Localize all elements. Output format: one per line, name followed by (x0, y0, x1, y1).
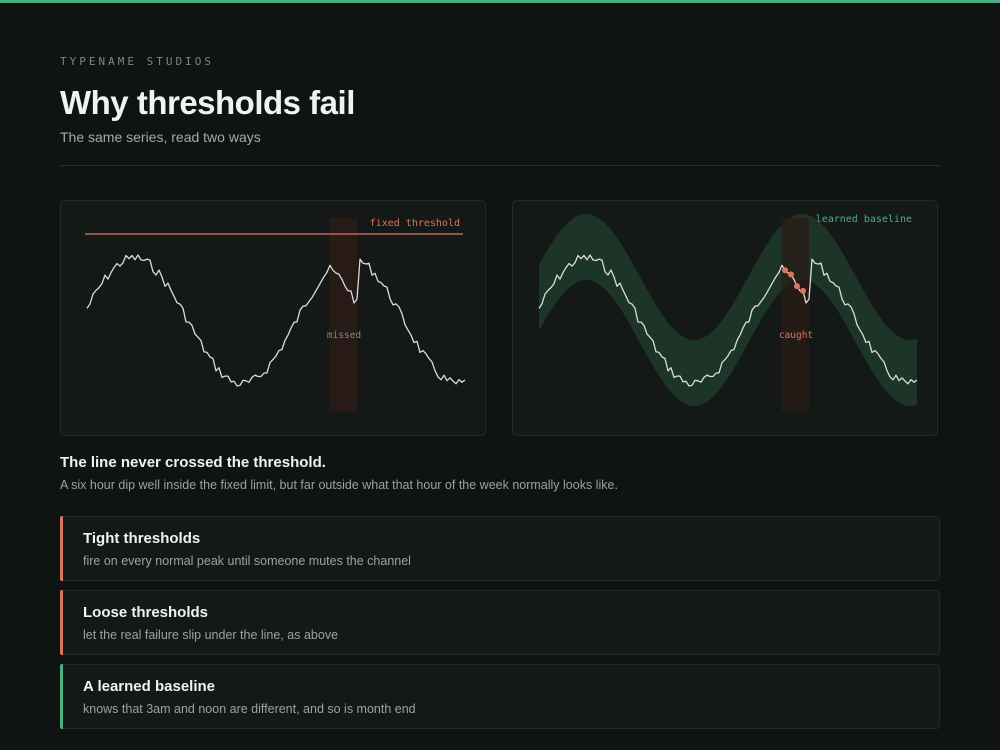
anomaly-window (781, 218, 809, 412)
card-body: fire on every normal peak until someone … (83, 554, 411, 568)
anomaly-point (788, 271, 794, 278)
card-accent-bar (60, 516, 63, 581)
studio-eyebrow: TYPENAME STUDIOS (60, 55, 214, 68)
card-title: Tight thresholds (83, 530, 201, 547)
caught-label: caught (779, 330, 813, 341)
card-title: Loose thresholds (83, 604, 209, 621)
fixed-threshold-chart: fixed threshold missed (85, 218, 466, 412)
card-tight-thresholds: Tight thresholds fire on every normal pe… (60, 516, 940, 581)
anomaly-window (329, 218, 357, 412)
learned-baseline-chart: learned baseline caught (538, 214, 918, 412)
page-subtitle: The same series, read two ways (60, 129, 261, 145)
card-accent-bar (60, 590, 63, 655)
learned-baseline-panel: learned baseline caught (512, 200, 938, 436)
fixed-threshold-label: fixed threshold (370, 218, 460, 229)
insight-title: The line never crossed the threshold. (60, 454, 326, 471)
card-learned-baseline: A learned baseline knows that 3am and no… (60, 664, 940, 729)
insight-body: A six hour dip well inside the fixed lim… (60, 478, 618, 492)
top-accent-bar (0, 0, 1000, 3)
header-divider (60, 165, 940, 166)
baseline-label: learned baseline (816, 214, 912, 225)
page-title: Why thresholds fail (60, 84, 355, 121)
series-line (86, 254, 466, 387)
fixed-threshold-panel: fixed threshold missed (60, 200, 486, 436)
anomaly-point (794, 283, 800, 290)
card-loose-thresholds: Loose thresholds let the real failure sl… (60, 590, 940, 655)
card-body: knows that 3am and noon are different, a… (83, 702, 416, 716)
card-accent-bar (60, 664, 63, 729)
card-title: A learned baseline (83, 678, 215, 695)
baseline-band (539, 214, 917, 406)
card-body: let the real failure slip under the line… (83, 628, 339, 642)
missed-label: missed (327, 330, 361, 341)
anomaly-point (800, 287, 806, 294)
anomaly-point (782, 267, 788, 274)
